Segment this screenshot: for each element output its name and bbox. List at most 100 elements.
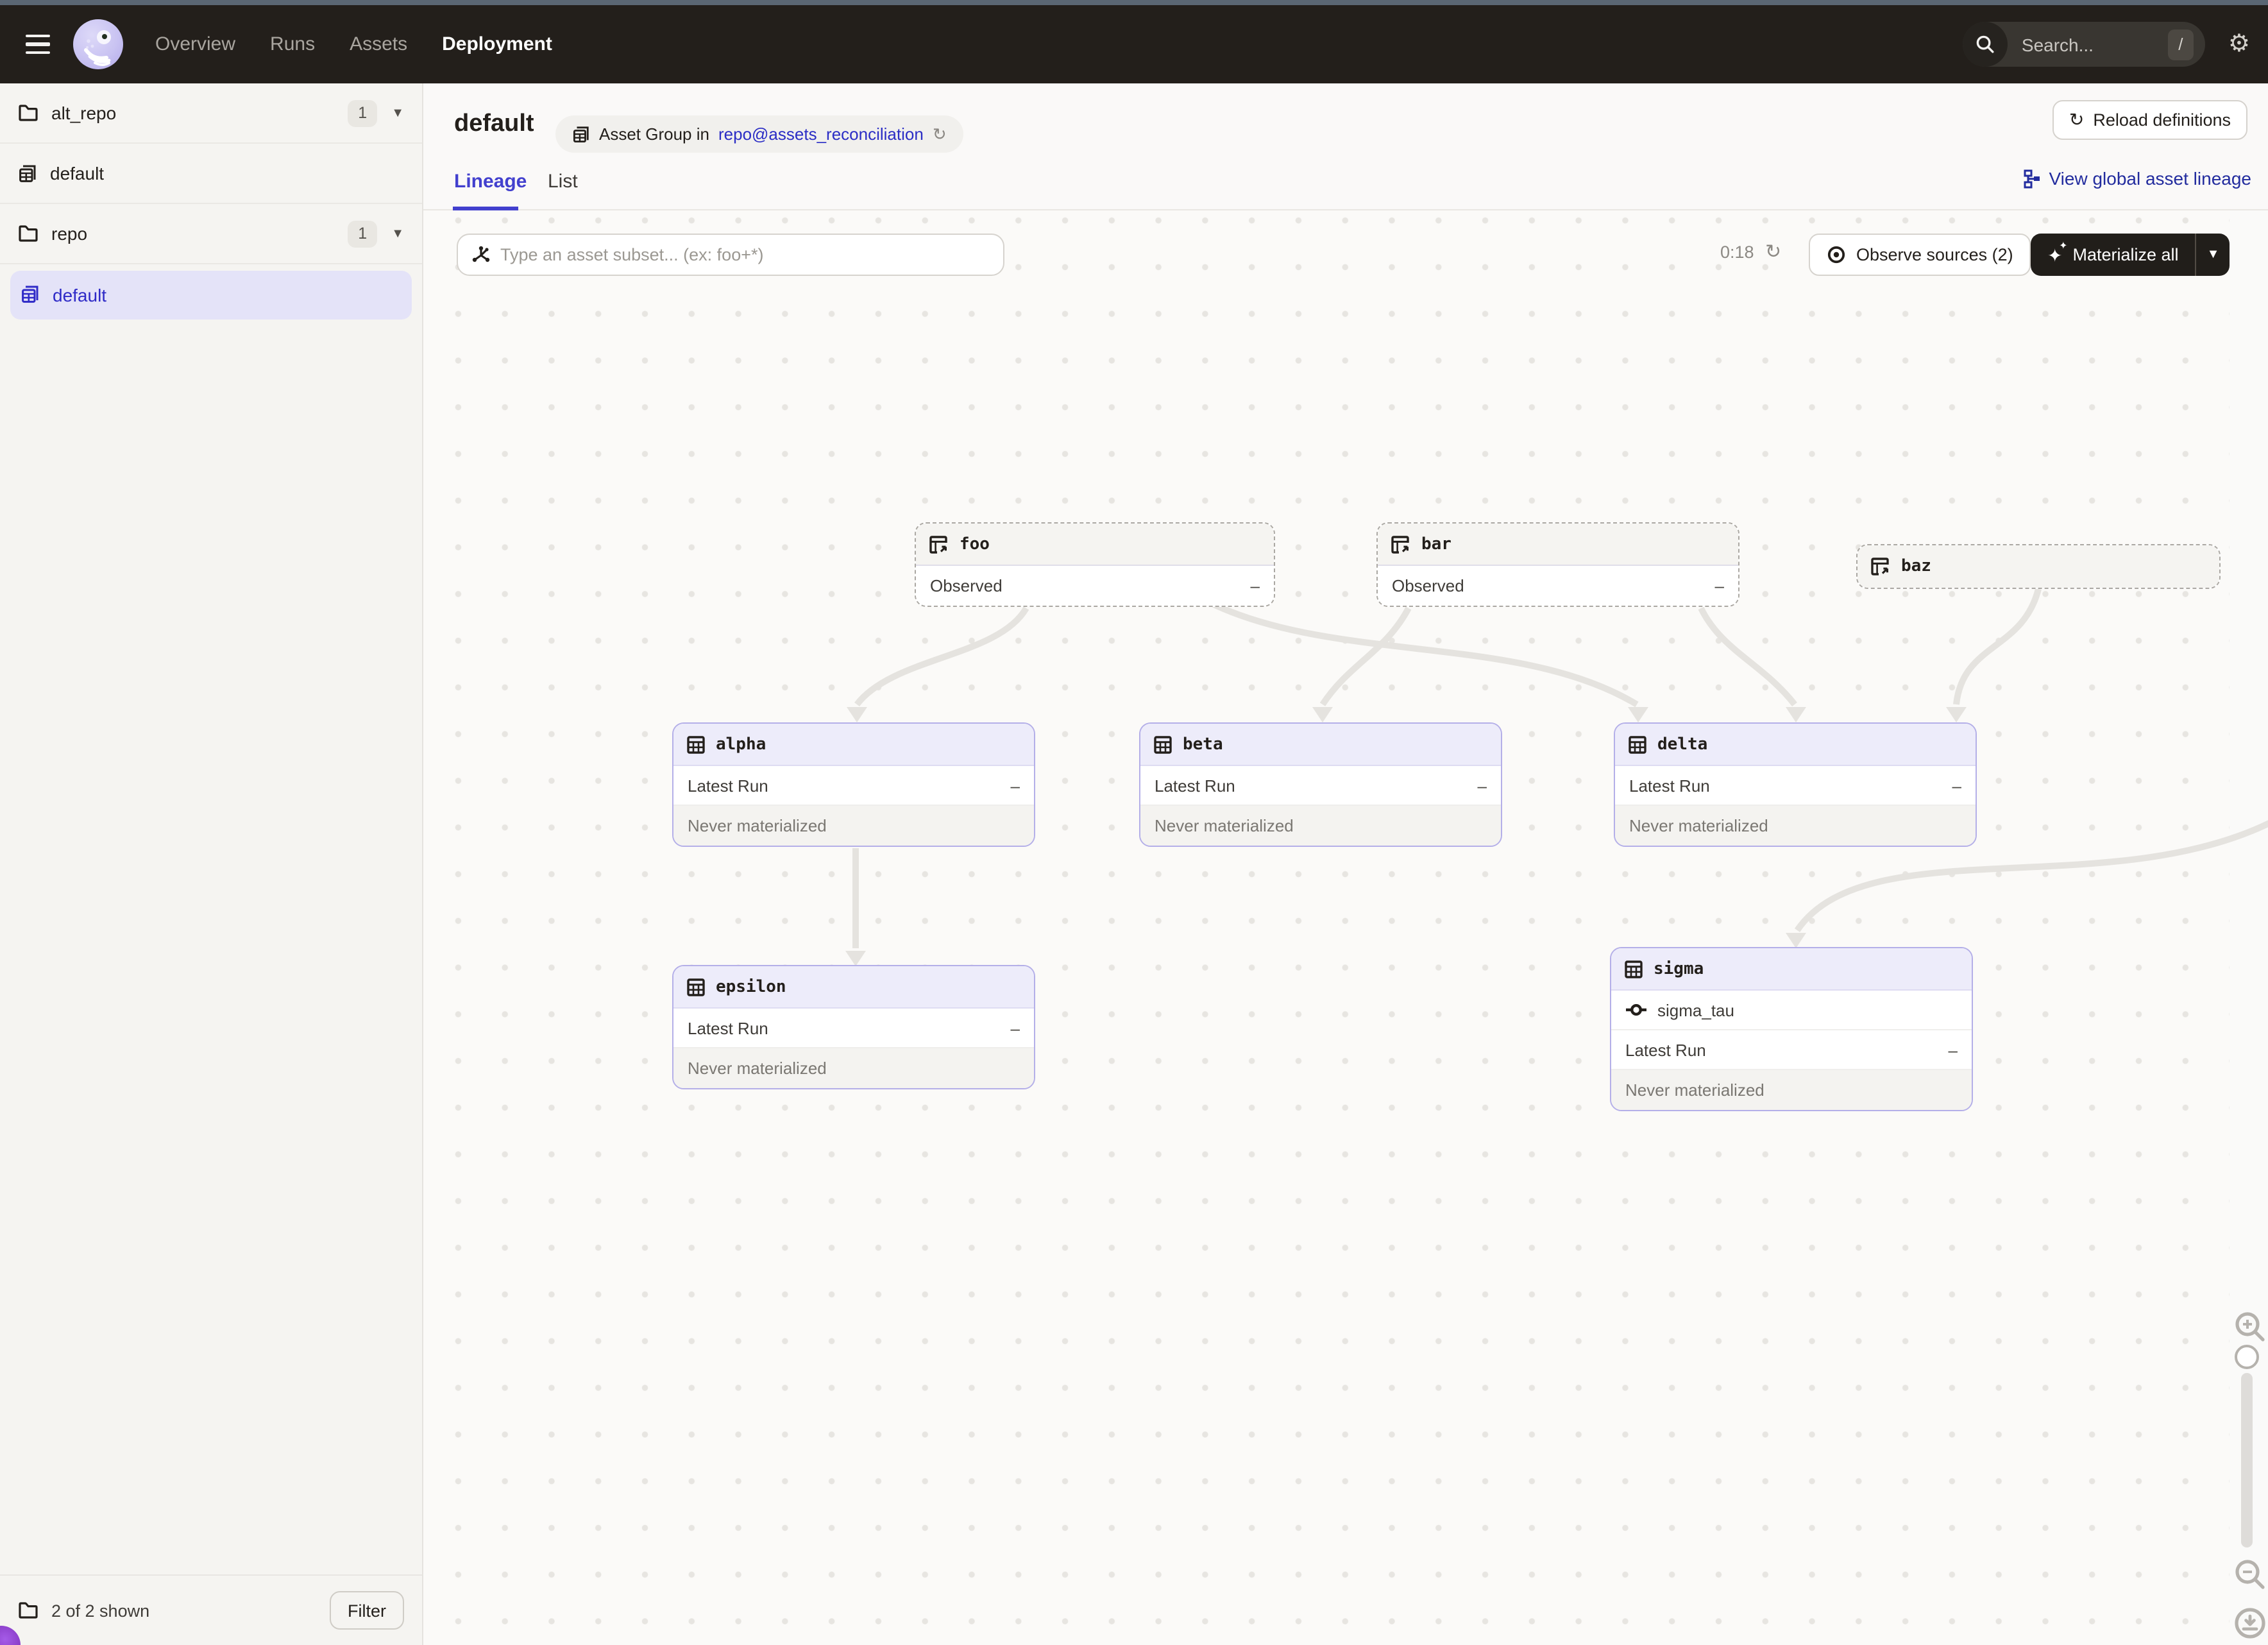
page-header: default Asset Group in repo@assets_recon… — [423, 83, 2268, 160]
asset-table-icon — [1628, 735, 1647, 754]
selected-asset-group[interactable]: default — [10, 270, 412, 319]
sidebar-item-alt-repo[interactable]: alt_repo 1 ▼ — [0, 83, 422, 144]
asset-status-row: Never materialized — [1140, 806, 1501, 846]
sparkle-icon: ✦✦ — [2047, 246, 2062, 264]
view-tabs: Lineage List View global asset lineage — [423, 160, 2268, 210]
asset-group-icon — [21, 285, 40, 304]
nav-assets[interactable]: Assets — [350, 33, 407, 55]
zoom-out-icon[interactable] — [2233, 1558, 2267, 1591]
asset-node-header: alpha — [673, 724, 1034, 766]
asset-stat-row: Observed– — [1378, 566, 1738, 606]
sidebar-item-repo[interactable]: repo 1 ▼ — [0, 204, 422, 264]
refresh-icon[interactable]: ↻ — [1765, 240, 1781, 263]
search-input[interactable]: Search... / — [1963, 22, 2205, 67]
asset-name: alpha — [716, 735, 766, 754]
op-selector-icon — [471, 244, 491, 265]
tab-list[interactable]: List — [548, 171, 578, 192]
asset-node-header: beta — [1140, 724, 1501, 766]
asset-node-header: sigma — [1611, 948, 1972, 991]
asset-count-badge: 1 — [348, 99, 377, 126]
asset-name: baz — [1901, 557, 1931, 576]
zoom-slider-track[interactable] — [2241, 1373, 2253, 1547]
search-shortcut-badge: / — [2168, 29, 2194, 60]
asset-node-header: baz — [1858, 545, 2219, 588]
zoom-slider-handle[interactable] — [2235, 1345, 2259, 1369]
asset-stat-row: Observed– — [916, 566, 1274, 606]
folder-icon — [18, 104, 38, 122]
refresh-icon: ↻ — [2069, 109, 2084, 131]
asset-node-epsilon[interactable]: epsilon Latest Run–Never materialized — [672, 965, 1035, 1089]
hamburger-menu-icon[interactable] — [12, 19, 63, 70]
observe-sources-button[interactable]: Observe sources (2) — [1809, 234, 2031, 276]
materialize-options-caret[interactable]: ▼ — [2197, 248, 2230, 262]
asset-node-beta[interactable]: beta Latest Run–Never materialized — [1139, 722, 1502, 847]
nav-deployment[interactable]: Deployment — [442, 33, 552, 55]
asset-status-row: Never materialized — [1611, 1070, 1972, 1110]
shown-count-label: 2 of 2 shown — [51, 1601, 149, 1620]
asset-stat-row: Latest Run– — [1140, 766, 1501, 806]
repo-sidebar: alt_repo 1 ▼ default repo 1 ▼ default 2 … — [0, 83, 423, 1645]
asset-name: epsilon — [716, 977, 786, 996]
asset-node-sigma[interactable]: sigma sigma_tauLatest Run–Never material… — [1610, 947, 1973, 1111]
asset-stat-row: Latest Run– — [673, 766, 1034, 806]
subset-placeholder: Type an asset subset... (ex: foo+*) — [500, 245, 764, 264]
asset-status-row: Never materialized — [1615, 806, 1976, 846]
sidebar-item-default-selected[interactable]: default — [0, 264, 422, 325]
filter-button[interactable]: Filter — [330, 1591, 404, 1630]
asset-table-icon — [1153, 735, 1172, 754]
materialize-all-button[interactable]: ✦✦ Materialize all — [2031, 245, 2196, 264]
asset-group-icon — [18, 164, 37, 183]
lineage-graph-icon — [2024, 169, 2042, 188]
asset-node-header: bar — [1378, 524, 1738, 566]
nav-runs[interactable]: Runs — [270, 33, 315, 55]
window-top-strip — [0, 0, 2268, 5]
asset-node-foo[interactable]: fooObserved– — [915, 522, 1275, 607]
asset-status-row: Never materialized — [673, 806, 1034, 846]
reload-definitions-button[interactable]: ↻ Reload definitions — [2052, 100, 2247, 140]
asset-check-row[interactable]: sigma_tau — [1611, 991, 1972, 1030]
asset-name: beta — [1183, 735, 1223, 754]
chevron-down-icon[interactable]: ▼ — [391, 226, 404, 241]
tab-lineage[interactable]: Lineage — [454, 171, 527, 192]
asset-table-icon — [1624, 959, 1643, 978]
asset-name: delta — [1657, 735, 1707, 754]
sidebar-footer: 2 of 2 shown Filter — [0, 1574, 422, 1645]
asset-check-icon — [1625, 1002, 1647, 1018]
observe-eye-icon — [1827, 245, 1846, 264]
zoom-controls — [2230, 210, 2268, 1645]
app-window: Overview Runs Assets Deployment Search..… — [0, 0, 2268, 1645]
view-global-lineage-link[interactable]: View global asset lineage — [2024, 168, 2252, 189]
page-title: default — [454, 110, 534, 139]
chevron-down-icon[interactable]: ▼ — [391, 106, 404, 120]
reload-repo-icon[interactable]: ↻ — [933, 124, 947, 144]
materialize-all-split-button: ✦✦ Materialize all ▼ — [2031, 234, 2230, 276]
asset-node-delta[interactable]: deltaLatest Run–Never materialized — [1614, 722, 1977, 847]
graph-toolbar: Type an asset subset... (ex: foo+*) 0:18… — [423, 210, 2268, 298]
zoom-in-icon[interactable] — [2233, 1310, 2267, 1343]
observable-source-icon — [929, 534, 949, 554]
asset-stat-row: Latest Run– — [673, 1009, 1034, 1048]
nav-overview[interactable]: Overview — [155, 33, 235, 55]
asset-node-bar[interactable]: bar Observed– — [1376, 522, 1739, 607]
top-nav: Overview Runs Assets Deployment Search..… — [0, 5, 2268, 83]
dagster-logo[interactable] — [73, 19, 123, 69]
asset-name: sigma — [1654, 959, 1704, 978]
asset-status-row: Never materialized — [673, 1048, 1034, 1088]
asset-node-alpha[interactable]: alpha Latest Run–Never materialized — [672, 722, 1035, 847]
repo-link[interactable]: repo@assets_reconciliation — [718, 124, 924, 144]
sidebar-item-default-alt[interactable]: default — [0, 144, 422, 204]
gear-icon[interactable]: ⚙ — [2228, 32, 2250, 56]
lineage-canvas[interactable] — [423, 210, 2268, 1645]
asset-group-pill: Asset Group in repo@assets_reconciliatio… — [555, 115, 963, 153]
asset-subset-input[interactable]: Type an asset subset... (ex: foo+*) — [457, 234, 1004, 276]
asset-table-icon — [686, 735, 706, 754]
search-icon — [1963, 22, 2008, 67]
asset-table-icon — [686, 977, 706, 996]
asset-name: bar — [1421, 534, 1451, 554]
asset-node-baz[interactable]: baz — [1856, 544, 2221, 589]
export-image-icon[interactable] — [2233, 1607, 2267, 1640]
primary-nav: Overview Runs Assets Deployment — [155, 33, 552, 55]
observable-source-icon — [1870, 557, 1891, 576]
folder-icon — [18, 1601, 38, 1619]
observable-source-icon — [1391, 534, 1411, 554]
